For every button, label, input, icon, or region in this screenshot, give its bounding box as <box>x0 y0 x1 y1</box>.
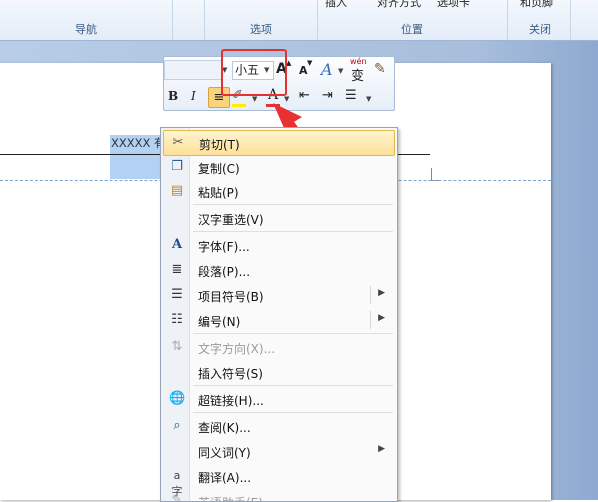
menu-item-research[interactable]: ⌕ 查阅(K)... <box>163 414 393 438</box>
menu-item-copy[interactable]: ❐ 复制(C) <box>163 155 393 179</box>
menu-item-insert-symbol[interactable]: 插入符号(S) <box>163 360 393 384</box>
menu-item-label: 汉字重选(V) <box>198 213 264 227</box>
research-icon: ⌕ <box>173 418 181 433</box>
scissors-icon: ✂ <box>172 135 184 150</box>
translate-icon: a字 <box>171 469 183 498</box>
menu-item-paragraph[interactable]: ≣ 段落(P)... <box>163 258 393 282</box>
menu-item-label: 超链接(H)... <box>198 394 264 408</box>
menu-item-label: 段落(P)... <box>198 265 251 279</box>
menu-item-label: 项目符号(B) <box>198 290 264 304</box>
menu-item-text-direction: ⇅ 文字方向(X)... <box>163 335 393 359</box>
bullets-icon: ☰ <box>171 287 183 302</box>
menu-item-label: 英语助手(E) <box>198 494 263 501</box>
menu-item-font[interactable]: A 字体(F)... <box>163 233 393 257</box>
menu-item-label: 翻译(A)... <box>198 471 252 485</box>
font-icon: A <box>171 237 183 252</box>
menu-item-label: 字体(F)... <box>198 240 250 254</box>
menu-item-reconvert[interactable]: 汉字重选(V) <box>163 206 393 230</box>
submenu-arrow-icon: ▶ <box>378 313 385 323</box>
submenu-arrow-icon: ▶ <box>378 444 385 454</box>
menu-item-label: 编号(N) <box>198 315 241 329</box>
hyperlink-icon: 🌐 <box>169 391 186 406</box>
menu-item-label: 插入符号(S) <box>198 367 263 381</box>
menu-item-bullets[interactable]: ☰ 项目符号(B) ▶ <box>163 283 393 307</box>
menu-item-hyperlink[interactable]: 🌐 超链接(H)... <box>163 387 393 411</box>
paste-icon: ▤ <box>170 183 184 198</box>
menu-item-label: 复制(C) <box>198 162 240 176</box>
menu-item-synonyms[interactable]: 同义词(Y) ▶ <box>163 439 393 463</box>
menu-item-label: 粘贴(P) <box>198 186 239 200</box>
menu-item-label: 同义词(Y) <box>198 446 251 460</box>
menu-item-numbering[interactable]: ☷ 编号(N) ▶ <box>163 308 393 332</box>
menu-item-label: 文字方向(X)... <box>198 342 276 356</box>
menu-item-cut[interactable]: ✂ 剪切(T) <box>163 130 395 156</box>
menu-separator <box>193 204 393 205</box>
paragraph-icon: ≣ <box>171 262 183 277</box>
copy-icon: ❐ <box>171 159 183 174</box>
menu-item-translate[interactable]: a字 翻译(A)... <box>163 464 393 498</box>
english-assistant-icon: ✎ <box>171 493 183 502</box>
menu-item-label: 查阅(K)... <box>198 421 251 435</box>
numbering-icon: ☷ <box>171 312 183 327</box>
menu-separator <box>193 231 393 232</box>
menu-item-english-assistant: ✎ 英语助手(E) <box>163 489 393 502</box>
menu-separator <box>193 333 393 334</box>
menu-separator <box>193 412 393 413</box>
menu-separator <box>193 385 393 386</box>
submenu-divider <box>370 311 371 329</box>
menu-item-label: 剪切(T) <box>199 138 240 152</box>
menu-item-paste[interactable]: ▤ 粘贴(P) <box>163 179 393 203</box>
submenu-arrow-icon: ▶ <box>378 288 385 298</box>
submenu-divider <box>370 286 371 304</box>
text-direction-icon: ⇅ <box>171 339 183 354</box>
context-menu: ✂ 剪切(T) ❐ 复制(C) ▤ 粘贴(P) 汉字重选(V) A 字体(F).… <box>160 127 398 502</box>
